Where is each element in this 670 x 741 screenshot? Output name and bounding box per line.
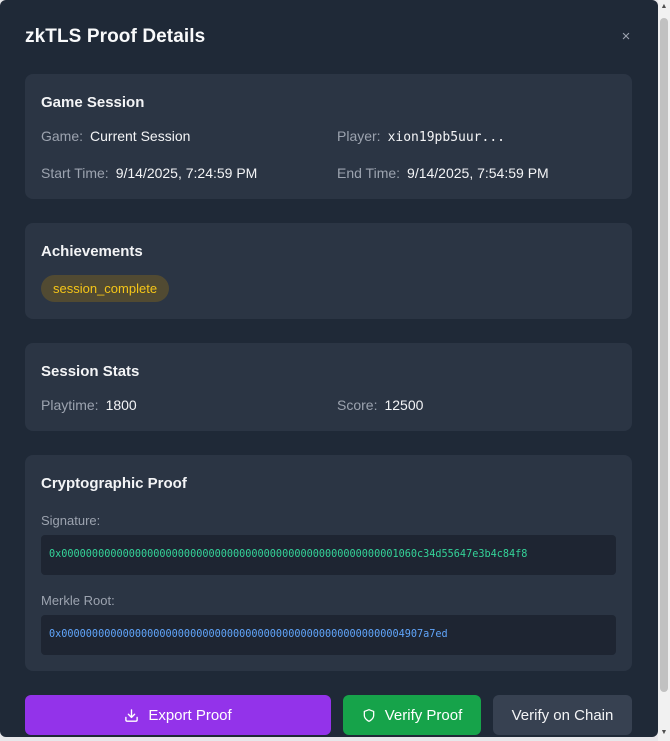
verify-on-chain-button[interactable]: Verify on Chain <box>493 695 632 735</box>
scrollbar[interactable]: ▲ ▼ <box>658 0 670 741</box>
playtime-field: Playtime: 1800 <box>41 397 137 413</box>
verify-proof-button[interactable]: Verify Proof <box>343 695 481 735</box>
shield-icon <box>363 708 375 722</box>
score-label: Score: <box>337 397 378 413</box>
scroll-up-arrow-icon[interactable]: ▲ <box>660 3 668 11</box>
game-field: Game: Current Session <box>41 128 190 144</box>
session-stats-card: Session Stats Playtime: 1800 Score: 12500 <box>25 343 632 431</box>
download-icon <box>125 708 139 722</box>
game-session-card: Game Session Game: Current Session Player… <box>25 74 632 199</box>
session-stats-title: Session Stats <box>41 363 140 380</box>
game-session-title: Game Session <box>41 94 145 111</box>
verify-on-chain-label: Verify on Chain <box>511 706 614 724</box>
close-icon[interactable]: × <box>617 27 635 47</box>
export-proof-button[interactable]: Export Proof <box>25 695 331 735</box>
player-label: Player: <box>337 128 381 144</box>
end-time-value: 9/14/2025, 7:54:59 PM <box>407 165 549 181</box>
start-time-field: Start Time: 9/14/2025, 7:24:59 PM <box>41 165 257 181</box>
score-value: 12500 <box>384 397 424 413</box>
crypto-proof-title: Cryptographic Proof <box>41 475 187 492</box>
verify-proof-label: Verify Proof <box>384 706 463 724</box>
achievements-card: Achievements session_complete <box>25 223 632 319</box>
end-time-field: End Time: 9/14/2025, 7:54:59 PM <box>337 165 549 181</box>
achievements-title: Achievements <box>41 243 143 260</box>
start-time-value: 9/14/2025, 7:24:59 PM <box>115 165 258 181</box>
game-value: Current Session <box>90 128 191 144</box>
export-proof-label: Export Proof <box>148 706 232 724</box>
start-time-label: Start Time: <box>41 165 109 181</box>
signature-value: 0x00000000000000000000000000000000000000… <box>41 535 616 575</box>
end-time-label: End Time: <box>337 165 401 181</box>
achievement-badge: session_complete <box>41 275 170 302</box>
player-value: xion19pb5uur... <box>387 130 505 145</box>
signature-label: Signature: <box>41 513 101 528</box>
scrollbar-thumb[interactable] <box>660 18 668 692</box>
playtime-value: 1800 <box>105 397 137 413</box>
scroll-down-arrow-icon[interactable]: ▼ <box>660 729 668 737</box>
playtime-label: Playtime: <box>41 397 99 413</box>
merkle-root-label: Merkle Root: <box>41 593 115 608</box>
modal-title: zkTLS Proof Details <box>25 26 206 47</box>
crypto-proof-card: Cryptographic Proof Signature: 0x0000000… <box>25 455 632 671</box>
score-field: Score: 12500 <box>337 397 423 413</box>
game-label: Game: <box>41 128 84 144</box>
proof-details-modal: zkTLS Proof Details × Game Session Game:… <box>0 0 658 737</box>
merkle-root-value: 0x00000000000000000000000000000000000000… <box>41 615 616 655</box>
player-field: Player: xion19pb5uur... <box>337 128 505 145</box>
